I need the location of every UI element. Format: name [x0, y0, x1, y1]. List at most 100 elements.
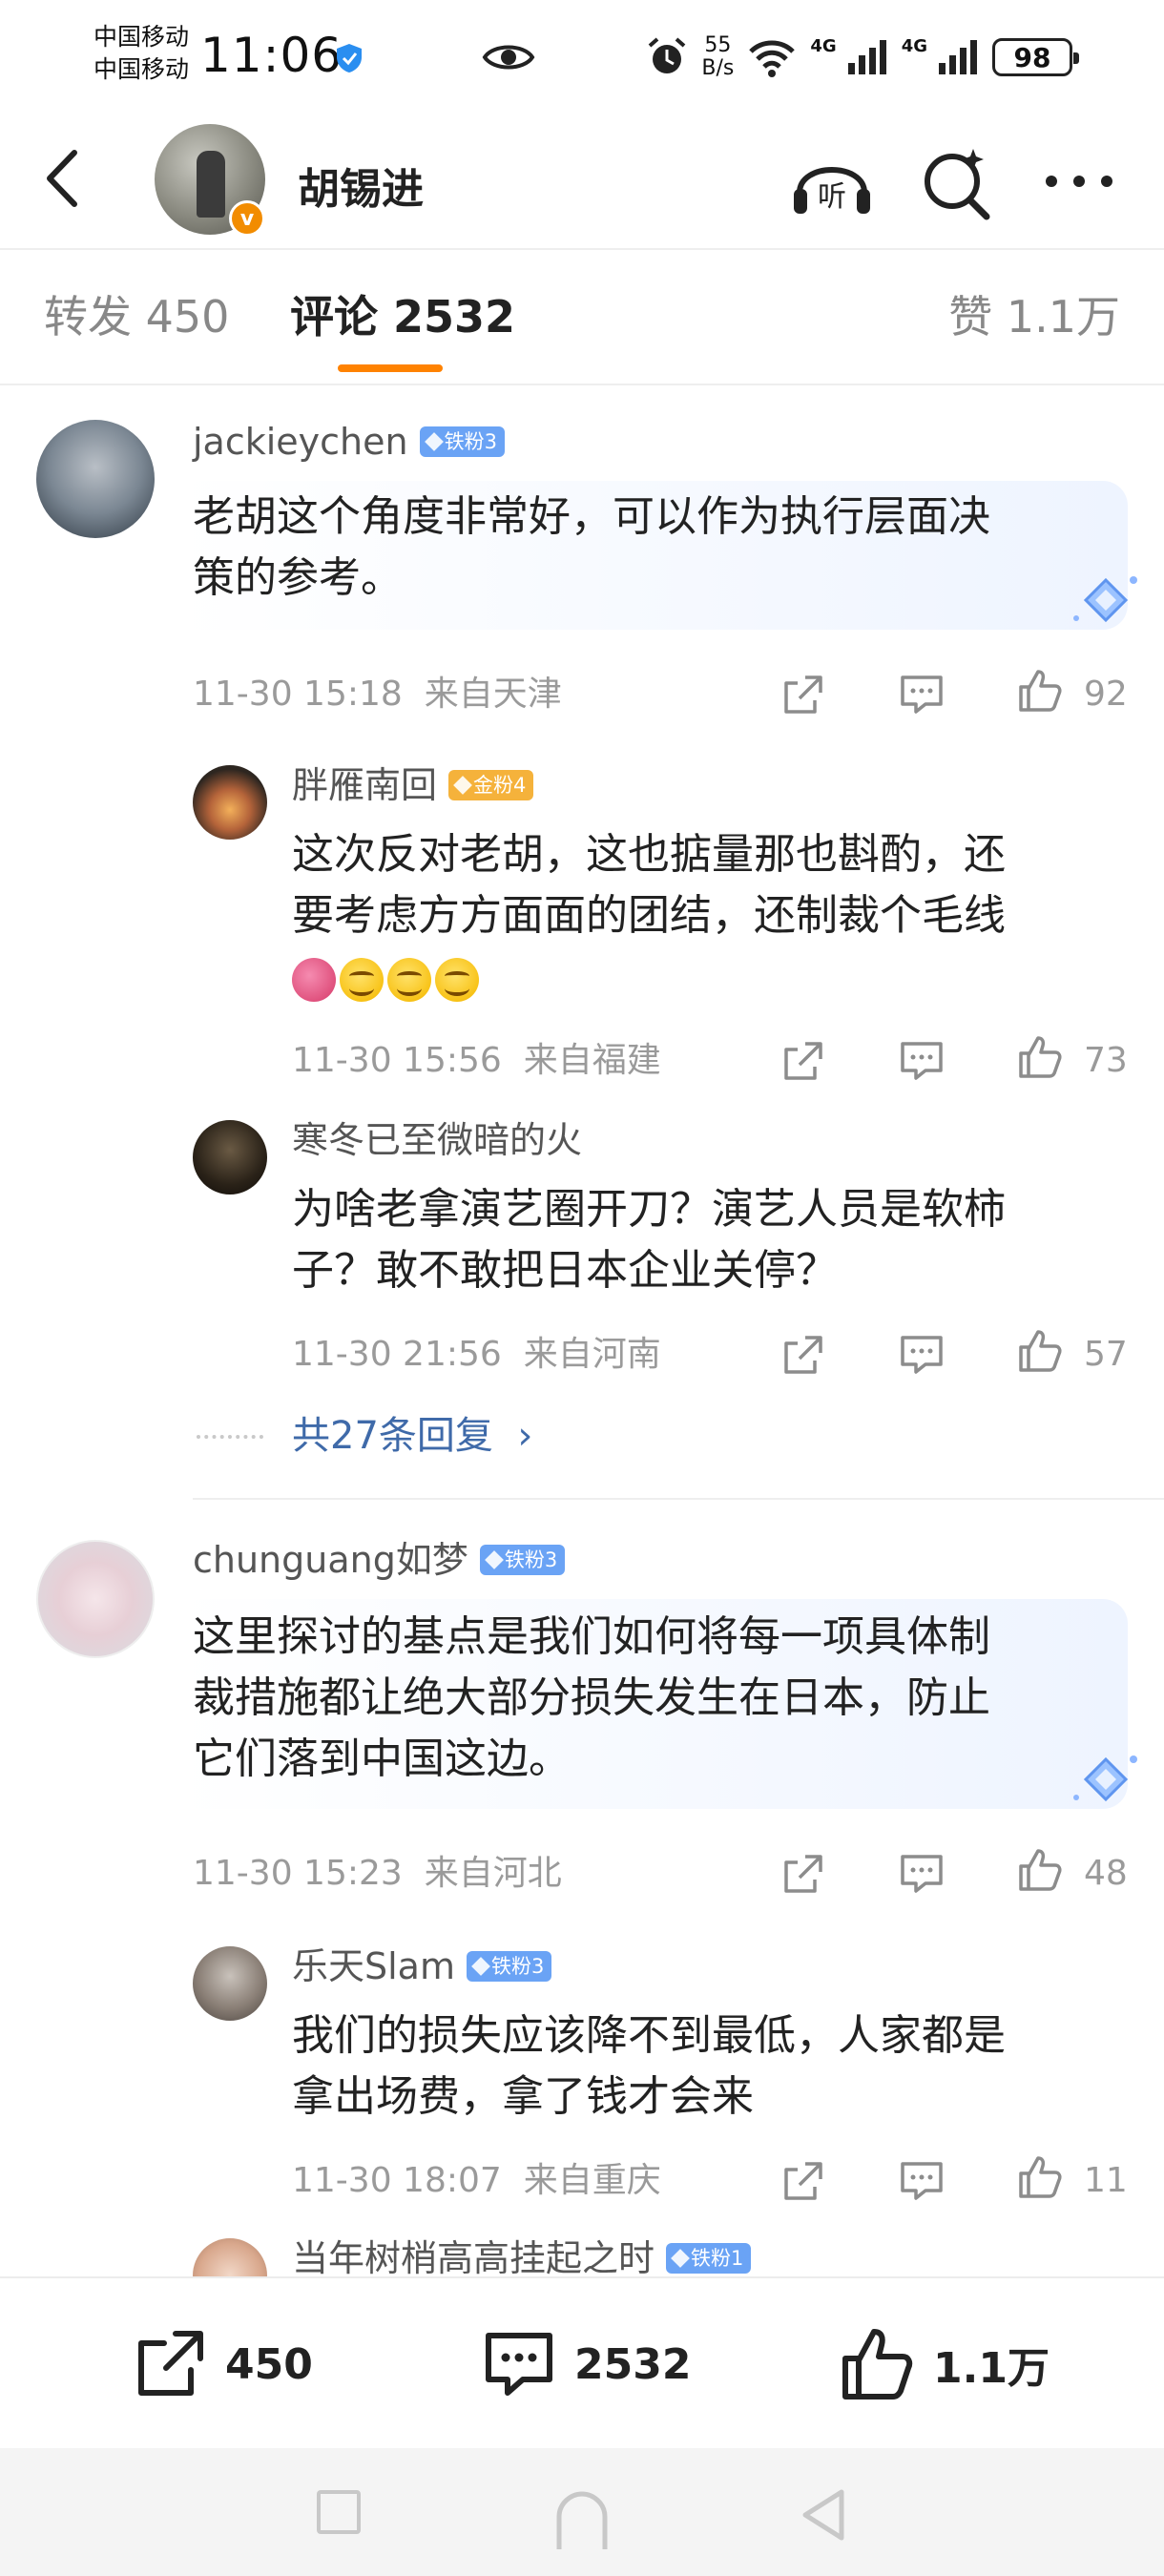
back-arrow-icon[interactable]	[38, 145, 86, 212]
carrier-2: 中国移动	[94, 55, 190, 83]
username-text: jackieychen	[193, 421, 408, 463]
system-nav-bar	[0, 2448, 1164, 2576]
reply-meta: 11-30 15:56 来自福建	[292, 1041, 661, 1080]
clock: 11:06	[200, 28, 343, 83]
search-icon[interactable]	[920, 143, 994, 223]
tab-bar: 转发 450 评论 2532 赞 1.1万	[0, 250, 1164, 384]
tab-reposts[interactable]: 转发 450	[44, 288, 229, 345]
like-button[interactable]: 1.1万	[840, 2326, 1050, 2402]
like-count: 48	[1084, 1854, 1128, 1893]
tab-comments[interactable]: 评论 2532	[290, 288, 515, 345]
more-replies-link[interactable]: 共27条回复 ›	[292, 1412, 532, 1460]
repost-button[interactable]: 450	[132, 2326, 313, 2402]
more-icon[interactable]	[1042, 170, 1116, 193]
tabs-divider	[0, 384, 1164, 385]
avatar[interactable]	[36, 420, 155, 538]
listen-icon[interactable]: 听	[788, 143, 876, 223]
comment-username[interactable]: jackieychen 铁粉3	[193, 420, 505, 464]
reply-username[interactable]: 乐天Slam 铁粉3	[292, 1944, 552, 1988]
smirk-emoji	[340, 958, 384, 1002]
battery-indicator: 98	[992, 38, 1079, 76]
recents-icon[interactable]	[317, 2490, 361, 2534]
like-icon[interactable]	[1017, 668, 1063, 714]
chevron-right-icon: ›	[492, 1414, 533, 1458]
share-icon[interactable]	[780, 1332, 826, 1378]
repost-icon	[138, 2331, 203, 2396]
author-name[interactable]: 胡锡进	[298, 155, 424, 216]
carrier-label: 中国移动 中国移动	[94, 21, 189, 86]
comment-meta: 11-30 15:23 来自河北	[193, 1854, 562, 1893]
reply-meta: 11-30 21:56 来自河南	[292, 1335, 661, 1374]
smirk-emoji	[387, 958, 431, 1002]
like-count: 92	[1084, 675, 1128, 714]
wifi-icon	[749, 40, 796, 77]
avatar[interactable]	[193, 1120, 267, 1195]
avatar[interactable]	[193, 765, 267, 840]
status-bar: 中国移动 中国移动 11:06 55 B/s 4G 4G 98	[0, 0, 1164, 114]
comment-username[interactable]: chunguang如梦 铁粉3	[193, 1538, 566, 1582]
tab-likes[interactable]: 赞 1.1万	[948, 288, 1120, 345]
network-speed: 55 B/s	[701, 34, 734, 80]
like-count: 11	[1084, 2161, 1128, 2200]
reply-text: 这次反对老胡，这也掂量那也斟酌，还 要考虑方方面面的团结，还制裁个毛线	[292, 830, 1006, 940]
like-icon[interactable]	[1017, 1034, 1063, 1080]
like-count: 57	[1084, 1335, 1128, 1374]
comment-text: 这里探讨的基点是我们如何将每一项具体制 裁措施都让绝大部分损失发生在日本，防止 …	[193, 1612, 990, 1783]
status-icons: 55 B/s 4G 4G 98	[646, 29, 1079, 86]
page-header: v 胡锡进 听	[0, 114, 1164, 248]
carrier-1: 中国移动	[94, 23, 190, 51]
share-icon[interactable]	[780, 1851, 826, 1897]
speed-value: 55	[704, 33, 732, 57]
fan-badge: 金粉4	[448, 770, 534, 800]
emoji-row	[292, 958, 479, 1002]
comment-meta: 11-30 15:18 来自天津	[193, 675, 562, 714]
reply-username[interactable]: 寒冬已至微暗的火	[292, 1118, 582, 1162]
signal-2-label: 4G	[901, 35, 927, 56]
signal-2-icon	[939, 40, 977, 74]
diamond-sparkle-icon	[1073, 1755, 1137, 1802]
reply-icon[interactable]	[899, 2158, 945, 2204]
fan-badge: 铁粉3	[419, 426, 505, 457]
share-icon[interactable]	[780, 672, 826, 717]
reply-username[interactable]: 当年树梢高高挂起之时 铁粉1	[292, 2236, 752, 2280]
dotted-divider	[197, 1435, 263, 1439]
shield-icon	[337, 44, 362, 73]
bottom-action-bar: 450 2532 1.1万	[0, 2276, 1164, 2448]
reply-icon[interactable]	[899, 1038, 945, 1084]
reply-text: 为啥老拿演艺圈开刀？演艺人员是软柿 子？敢不敢把日本企业关停？	[292, 1185, 1006, 1295]
comment-button[interactable]: 2532	[481, 2326, 691, 2402]
listen-label: 听	[818, 180, 846, 214]
fan-badge: 铁粉3	[466, 1951, 552, 1982]
reply-icon[interactable]	[899, 1851, 945, 1897]
yarn-emoji	[292, 958, 336, 1002]
fan-badge: 铁粉3	[479, 1545, 566, 1575]
like-icon[interactable]	[1017, 2154, 1063, 2200]
smirk-emoji	[435, 958, 479, 1002]
comment-divider	[193, 1498, 1164, 1500]
avatar[interactable]	[193, 1946, 267, 2021]
share-icon[interactable]	[780, 2158, 826, 2204]
comment-text: 老胡这个角度非常好，可以作为执行层面决 策的参考。	[193, 492, 990, 602]
like-icon	[842, 2329, 913, 2399]
reply-icon[interactable]	[899, 1332, 945, 1378]
comment-icon	[486, 2333, 552, 2396]
signal-1-icon	[847, 40, 886, 74]
home-icon[interactable]	[553, 2486, 611, 2553]
nav-back-icon[interactable]	[798, 2486, 847, 2544]
eye-icon	[482, 45, 535, 70]
signal-1-label: 4G	[810, 35, 837, 56]
like-icon[interactable]	[1017, 1847, 1063, 1893]
like-icon[interactable]	[1017, 1328, 1063, 1374]
reply-icon[interactable]	[899, 672, 945, 717]
avatar[interactable]	[36, 1540, 155, 1658]
active-tab-indicator	[338, 364, 443, 372]
speed-unit: B/s	[701, 56, 735, 80]
reply-username[interactable]: 胖雁南回 金粉4	[292, 763, 534, 807]
reply-meta: 11-30 18:07 来自重庆	[292, 2161, 661, 2200]
share-icon[interactable]	[780, 1038, 826, 1084]
like-count: 73	[1084, 1041, 1128, 1080]
fan-badge: 铁粉1	[666, 2243, 752, 2274]
verified-badge: v	[229, 200, 265, 237]
diamond-sparkle-icon	[1073, 576, 1137, 623]
reply-text: 我们的损失应该降不到最低，人家都是 拿出场费，拿了钱才会来	[292, 2011, 1006, 2121]
